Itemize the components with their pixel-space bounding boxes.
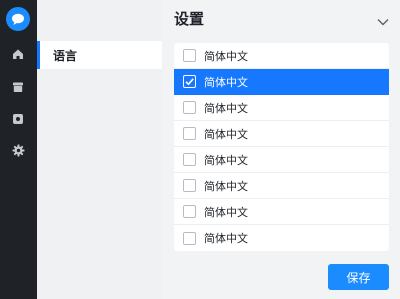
- language-option[interactable]: 简体中文: [174, 225, 389, 251]
- check-icon: [185, 78, 194, 86]
- save-button[interactable]: 保存: [328, 264, 389, 290]
- option-label: 简体中文: [204, 101, 248, 115]
- option-label: 简体中文: [204, 75, 248, 89]
- gear-icon[interactable]: [10, 142, 26, 158]
- language-option[interactable]: 简体中文: [174, 69, 389, 95]
- language-option[interactable]: 简体中文: [174, 199, 389, 225]
- chevron-down-icon[interactable]: [376, 12, 390, 26]
- checkbox[interactable]: [183, 49, 196, 62]
- checkbox[interactable]: [183, 179, 196, 192]
- language-option[interactable]: 简体中文: [174, 173, 389, 199]
- home-icon[interactable]: [10, 46, 26, 62]
- language-option[interactable]: 简体中文: [174, 43, 389, 69]
- option-label: 简体中文: [204, 49, 248, 63]
- settings-nav: 语言: [37, 0, 162, 299]
- option-label: 简体中文: [204, 179, 248, 193]
- option-label: 简体中文: [204, 232, 248, 245]
- checkbox[interactable]: [183, 101, 196, 114]
- nav-item-label: 语言: [53, 48, 78, 63]
- nav-item-language[interactable]: 语言: [37, 41, 162, 69]
- checkbox[interactable]: [183, 231, 196, 245]
- app-rail: [0, 0, 37, 299]
- chat-bubble-icon[interactable]: [6, 7, 30, 31]
- checkbox[interactable]: [183, 127, 196, 140]
- settings-panel: 设置 简体中文 简体中文 简体中文 简体中文 简体中文 简体中文 简体中文 简体…: [162, 0, 400, 299]
- device-icon[interactable]: [10, 111, 26, 127]
- page-title: 设置: [174, 10, 205, 28]
- archive-icon[interactable]: [10, 79, 26, 95]
- checkbox[interactable]: [183, 205, 196, 218]
- language-option[interactable]: 简体中文: [174, 95, 389, 121]
- language-option-list: 简体中文 简体中文 简体中文 简体中文 简体中文 简体中文 简体中文 简体中文: [174, 43, 389, 251]
- option-label: 简体中文: [204, 205, 248, 219]
- language-option[interactable]: 简体中文: [174, 147, 389, 173]
- language-option[interactable]: 简体中文: [174, 121, 389, 147]
- option-label: 简体中文: [204, 127, 248, 141]
- checkbox[interactable]: [183, 153, 196, 166]
- checkbox[interactable]: [183, 75, 196, 88]
- option-label: 简体中文: [204, 153, 248, 167]
